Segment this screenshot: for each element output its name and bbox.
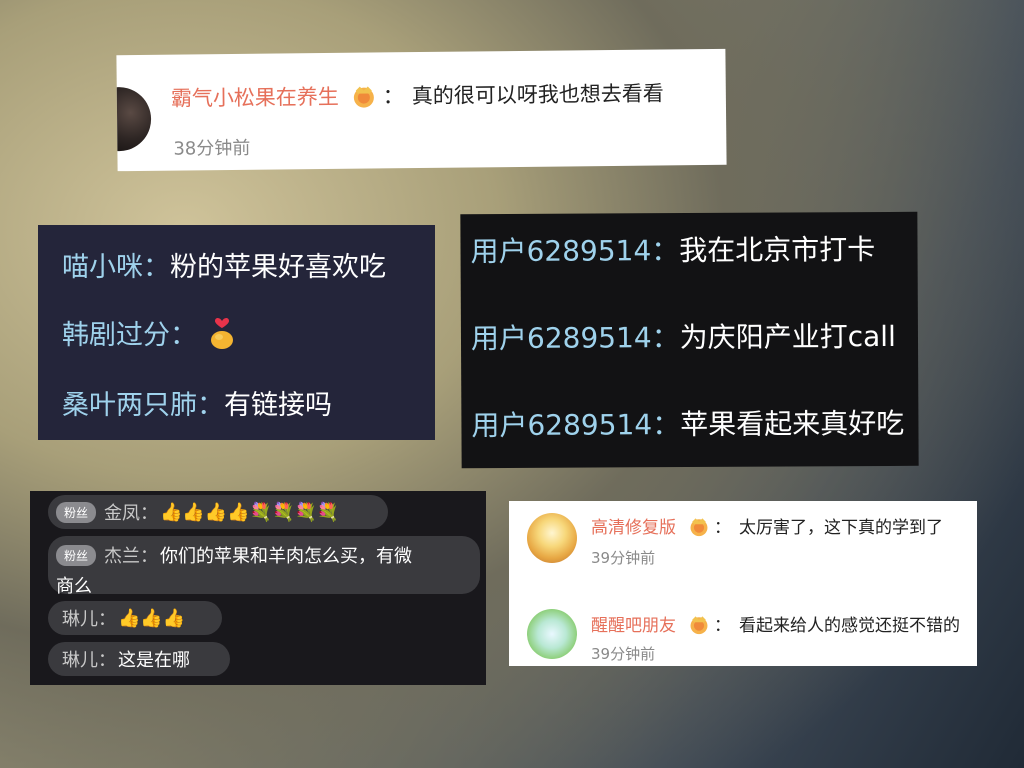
chat-username[interactable]: 用户6289514：	[471, 408, 680, 442]
chat-card-black: 用户6289514：我在北京市打卡 用户6289514：为庆阳产业打call 用…	[460, 211, 919, 469]
comment-line: 醒醒吧朋友 ： 看起来给人的感觉还挺不错的	[591, 611, 960, 636]
chat-message: 用户6289514：我在北京市打卡	[470, 228, 875, 270]
live-chat-bubble[interactable]: 琳儿： 👍👍👍	[48, 601, 222, 635]
chat-username[interactable]: 杰兰：	[104, 542, 158, 568]
username[interactable]: 高清修复版	[591, 513, 676, 538]
comment-line: 霸气小松果在养生 ： 真的很可以呀我也想去看看	[171, 77, 664, 112]
chat-message: 用户6289514：苹果看起来真好吃	[471, 402, 904, 444]
crown-badge-icon	[690, 517, 708, 536]
chat-username[interactable]: 桑叶两只肺：	[62, 383, 224, 422]
chat-username[interactable]: 喵小咪：	[62, 245, 170, 284]
chat-text: 粉的苹果好喜欢吃	[170, 252, 386, 283]
chat-username[interactable]: 琳儿：	[62, 646, 116, 672]
live-chat-bubble[interactable]: 粉丝 杰兰： 你们的苹果和羊肉怎么买，有微 商么	[48, 536, 480, 597]
thumbs-up-icon: 👍👍👍	[118, 607, 186, 629]
chat-username[interactable]: 用户6289514：	[471, 321, 680, 355]
timestamp: 38分钟前	[173, 137, 251, 160]
live-chat-card: 粉丝 金凤： 👍👍👍👍💐💐💐💐 粉丝 杰兰： 你们的苹果和羊肉怎么买，有微 商么…	[30, 491, 486, 685]
chat-username[interactable]: 金凤：	[104, 499, 158, 525]
fans-badge: 粉丝	[56, 501, 97, 523]
comment-text: 看起来给人的感觉还挺不错的	[739, 616, 960, 636]
chat-username[interactable]: 用户6289514：	[470, 234, 679, 268]
separator-colon: ：	[714, 616, 731, 636]
comment-line: 高清修复版 ： 太厉害了，这下真的学到了	[591, 513, 943, 538]
comment-card-top: 霸气小松果在养生 ： 真的很可以呀我也想去看看 38分钟前	[116, 48, 727, 172]
username[interactable]: 霸气小松果在养生	[171, 81, 339, 113]
timestamp: 39分钟前	[591, 549, 656, 567]
chat-text: 我在北京市打卡	[679, 233, 876, 268]
thumbs-up-and-bouquet-icon: 👍👍👍👍💐💐💐💐	[160, 501, 340, 523]
chat-message: 韩剧过分：	[62, 313, 237, 352]
chat-text: 有链接吗	[224, 390, 332, 421]
avatar[interactable]	[527, 609, 577, 659]
chat-text: 这是在哪	[118, 650, 190, 671]
fans-badge: 粉丝	[56, 544, 97, 566]
separator-colon: ：	[382, 84, 404, 109]
comment-text: 真的很可以呀我也想去看看	[411, 81, 664, 109]
username[interactable]: 醒醒吧朋友	[591, 611, 676, 636]
crown-badge-icon	[690, 615, 708, 634]
live-chat-bubble[interactable]: 粉丝 金凤： 👍👍👍👍💐💐💐💐	[48, 495, 388, 529]
avatar[interactable]	[116, 86, 152, 152]
chat-username[interactable]: 韩剧过分：	[62, 313, 197, 352]
chat-username[interactable]: 琳儿：	[62, 605, 116, 631]
avatar[interactable]	[527, 513, 577, 563]
finger-heart-icon	[211, 317, 233, 349]
bubble-first-line: 粉丝 杰兰： 你们的苹果和羊肉怎么买，有微	[56, 542, 466, 568]
chat-message: 用户6289514：为庆阳产业打call	[471, 315, 896, 357]
chat-text: 苹果看起来真好吃	[680, 406, 905, 442]
chat-message: 喵小咪： 粉的苹果好喜欢吃	[62, 245, 386, 284]
separator-colon: ：	[714, 518, 731, 538]
chat-message: 桑叶两只肺： 有链接吗	[62, 383, 332, 422]
comment-text: 太厉害了，这下真的学到了	[739, 518, 943, 538]
live-chat-bubble[interactable]: 琳儿： 这是在哪	[48, 642, 230, 676]
timestamp: 39分钟前	[591, 645, 656, 663]
comment-card-bottom-right: 高清修复版 ： 太厉害了，这下真的学到了 39分钟前 醒醒吧朋友 ： 看起来给人…	[509, 501, 977, 666]
chat-text-continued: 商么	[56, 576, 92, 597]
chat-text: 为庆阳产业打call	[679, 319, 896, 355]
chat-card-navy: 喵小咪： 粉的苹果好喜欢吃 韩剧过分： 桑叶两只肺： 有链接吗	[38, 225, 435, 440]
crown-badge-icon	[353, 86, 374, 108]
chat-text: 你们的苹果和羊肉怎么买，有微	[160, 546, 413, 567]
